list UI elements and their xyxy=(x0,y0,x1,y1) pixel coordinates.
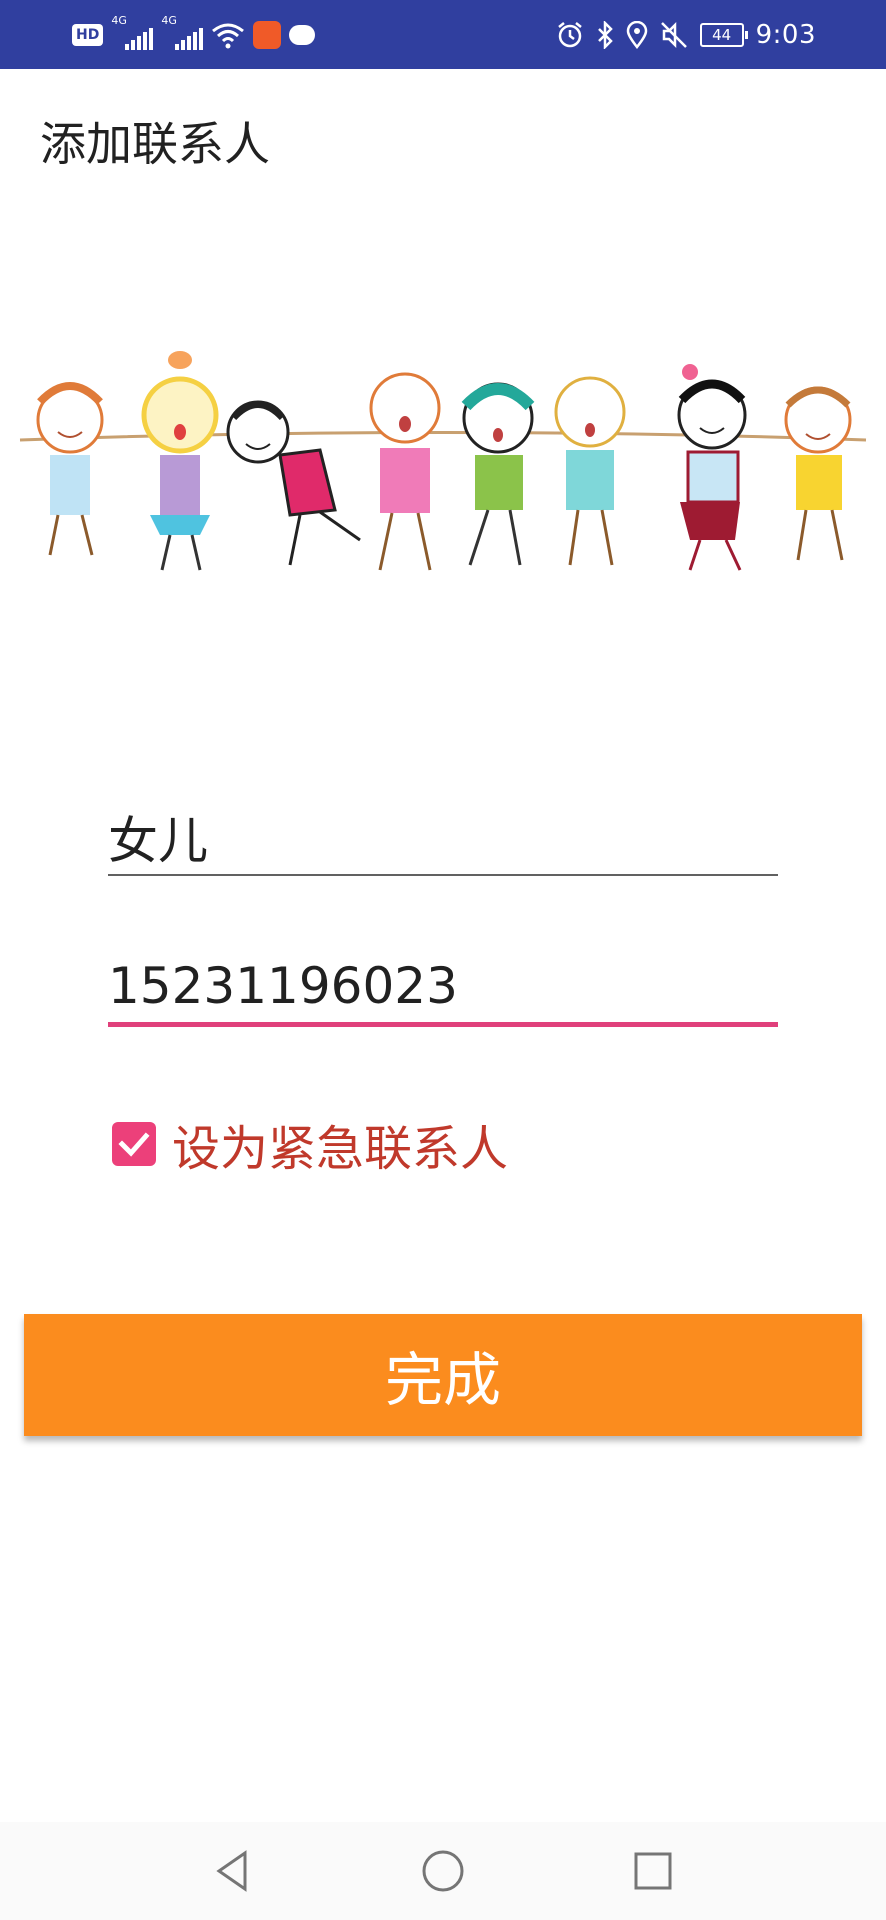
status-bar: HD 4G 4G 44 9:03 xyxy=(0,0,886,69)
child-figure xyxy=(554,376,626,566)
page-title: 添加联系人 xyxy=(40,117,270,171)
app-notification-icon xyxy=(253,21,282,49)
signal-icon: 4G xyxy=(161,14,204,50)
recents-button[interactable] xyxy=(623,1841,683,1901)
battery-icon: 44 xyxy=(699,23,748,47)
status-left-icons: HD 4G 4G xyxy=(72,14,316,52)
child-figure xyxy=(36,382,104,556)
navigation-bar xyxy=(0,1822,886,1920)
emergency-contact-label: 设为紧急联系人 xyxy=(172,1121,509,1177)
child-figure xyxy=(369,372,441,571)
status-time: 9:03 xyxy=(755,20,816,50)
emergency-contact-checkbox-row[interactable]: 设为紧急联系人 xyxy=(112,1112,509,1177)
location-icon xyxy=(626,21,647,49)
children-illustration xyxy=(19,351,867,571)
child-figure xyxy=(461,382,535,566)
contact-phone-input[interactable] xyxy=(108,950,778,1027)
child-figure xyxy=(226,400,361,566)
alarm-icon xyxy=(557,22,582,48)
contact-name-input[interactable] xyxy=(108,800,778,876)
network-label: 4G xyxy=(161,14,177,27)
mute-icon xyxy=(660,21,687,49)
checkmark-icon xyxy=(118,1132,150,1157)
home-circle-icon xyxy=(422,1850,464,1892)
child-figure xyxy=(141,351,219,571)
done-button[interactable]: 完成 xyxy=(24,1314,862,1436)
wifi-icon xyxy=(212,23,245,49)
network-label: 4G xyxy=(111,14,127,27)
back-button[interactable] xyxy=(203,1841,263,1901)
status-right-icons: 44 9:03 xyxy=(556,18,816,52)
home-button[interactable] xyxy=(413,1841,473,1901)
child-figure xyxy=(677,364,747,571)
back-triangle-icon xyxy=(216,1850,247,1892)
hd-icon: HD xyxy=(72,24,104,46)
child-figure xyxy=(784,386,852,561)
signal-icon: 4G xyxy=(111,14,154,50)
bluetooth-icon xyxy=(597,21,613,49)
emergency-contact-checkbox[interactable] xyxy=(112,1122,156,1166)
recents-square-icon xyxy=(634,1852,672,1890)
chat-icon xyxy=(289,25,316,45)
